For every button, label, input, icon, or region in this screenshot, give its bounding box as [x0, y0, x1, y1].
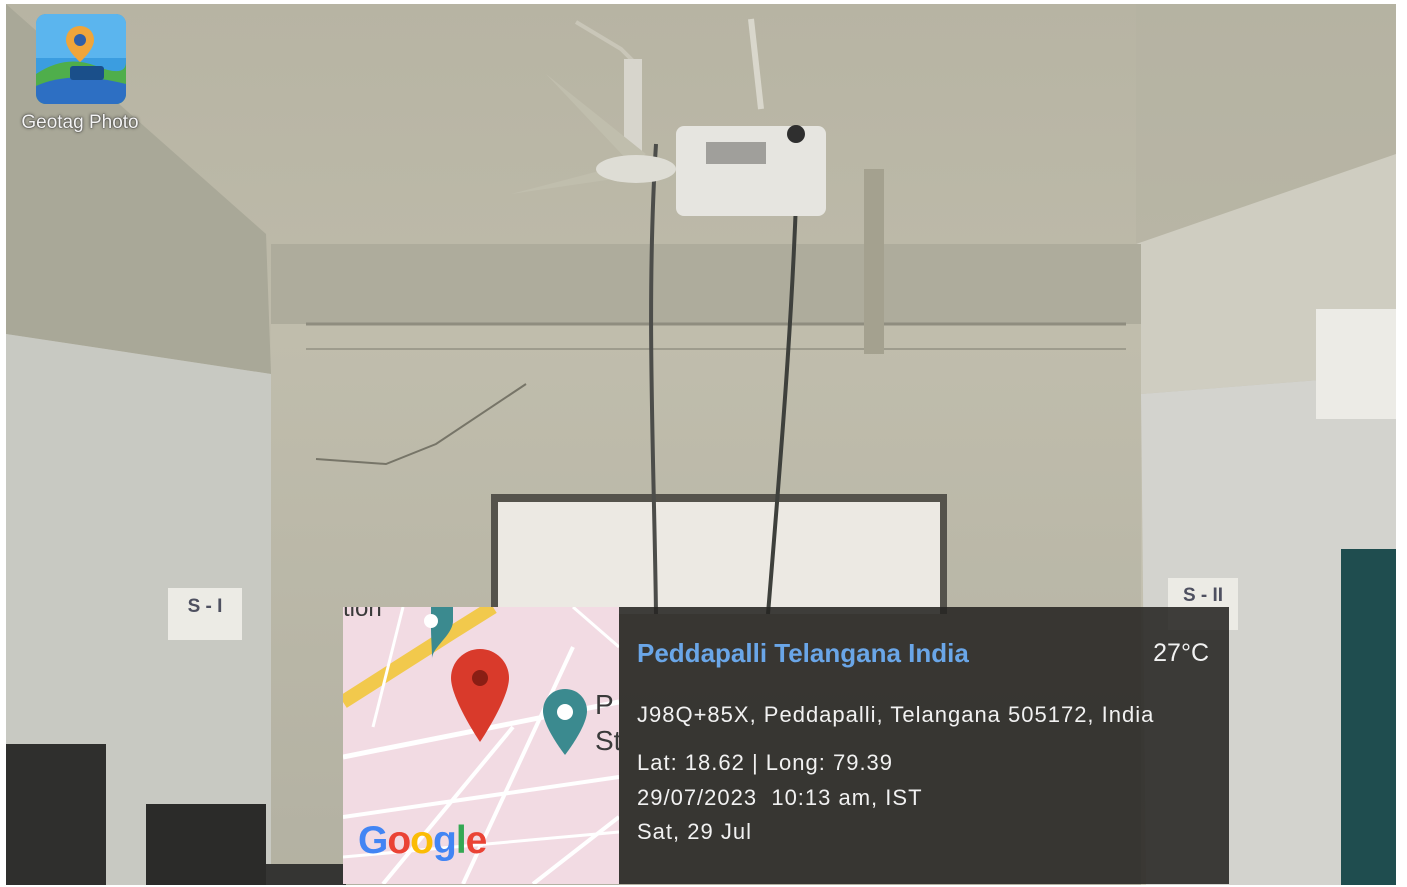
app-name-label: Geotag Photo — [21, 112, 139, 133]
coordinates-line: Lat: 18.62 | Long: 79.39 — [637, 750, 894, 775]
place-title: Peddapalli Telangana India — [637, 638, 969, 668]
google-logo-letter: o — [410, 819, 434, 862]
map-label-partial-right-1: P — [595, 689, 614, 720]
google-logo-letter: l — [455, 819, 467, 862]
google-logo-letter: o — [387, 819, 411, 862]
map-label-partial-right-2: St — [595, 725, 619, 756]
map-thumbnail: tion P St Google — [343, 607, 619, 884]
google-logo-letter: G — [358, 819, 388, 862]
app-badge: Geotag Photo — [10, 14, 150, 144]
geotag-photo-app-icon — [36, 14, 126, 104]
geotag-card: tion P St Google Peddapalli Telangana In… — [343, 607, 1229, 884]
geotag-info-panel: Peddapalli Telangana India 27°C J98Q+85X… — [619, 607, 1229, 884]
datetime-line: 29/07/2023 10:13 am, IST — [637, 785, 923, 810]
map-label-partial-top: tion — [343, 607, 382, 622]
google-logo: Google — [358, 819, 488, 863]
wall-sign-left: S - I — [168, 588, 242, 640]
temperature: 27°C — [1153, 639, 1209, 667]
google-logo-letter: e — [465, 819, 488, 862]
address-line: J98Q+85X, Peddapalli, Telangana 505172, … — [637, 702, 1155, 727]
google-logo-letter: g — [433, 819, 457, 862]
day-line: Sat, 29 Jul — [637, 819, 752, 844]
